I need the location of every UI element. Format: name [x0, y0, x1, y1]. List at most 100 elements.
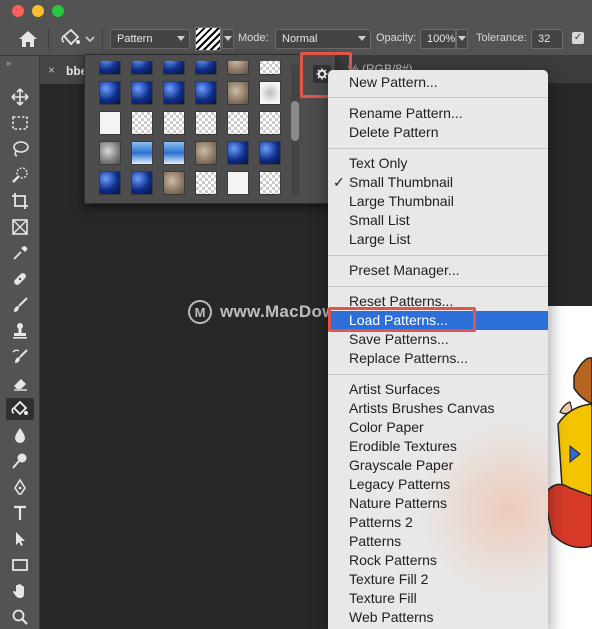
- path-select-tool[interactable]: [6, 528, 34, 550]
- menu-item-library[interactable]: Artist Surfaces: [328, 380, 548, 399]
- type-tool[interactable]: [6, 502, 34, 524]
- pattern-thumbnail[interactable]: [163, 141, 185, 165]
- healing-brush-tool[interactable]: [6, 268, 34, 290]
- pattern-thumbnail[interactable]: [163, 171, 185, 195]
- anti-alias-checkbox[interactable]: ✓: [572, 32, 584, 44]
- pattern-thumbnail[interactable]: [195, 171, 217, 195]
- pattern-thumbnail[interactable]: [99, 81, 121, 105]
- brush-tool[interactable]: [6, 294, 34, 316]
- minimize-window-button[interactable]: [32, 5, 44, 17]
- pattern-thumbnail[interactable]: [195, 61, 217, 75]
- opacity-input[interactable]: 100%: [420, 29, 456, 49]
- pattern-thumbnail[interactable]: [99, 141, 121, 165]
- menu-item-rename-pattern[interactable]: Rename Pattern...: [328, 104, 548, 123]
- pattern-thumbnail[interactable]: [163, 111, 185, 135]
- pattern-picker-toggle[interactable]: [222, 29, 234, 49]
- pattern-thumbnail[interactable]: [227, 111, 249, 135]
- menu-item-new-pattern[interactable]: New Pattern...: [328, 73, 548, 92]
- menu-item-library[interactable]: Texture Fill 2: [328, 570, 548, 589]
- menu-item-large-thumbnail[interactable]: Large Thumbnail: [328, 192, 548, 211]
- pattern-swatch[interactable]: [195, 27, 221, 51]
- pattern-thumbnail[interactable]: [163, 81, 185, 105]
- menu-item-library[interactable]: Grayscale Paper: [328, 456, 548, 475]
- zoom-icon: [12, 609, 28, 625]
- pattern-thumbnail[interactable]: [259, 141, 281, 165]
- dodge-tool[interactable]: [6, 450, 34, 472]
- menu-item-replace-patterns[interactable]: Replace Patterns...: [328, 349, 548, 368]
- brush-icon: [14, 297, 28, 312]
- pattern-thumbnail[interactable]: [131, 111, 153, 135]
- pattern-thumbnail[interactable]: [259, 111, 281, 135]
- pattern-thumbnail[interactable]: [259, 81, 281, 105]
- collapse-panel-icon[interactable]: »: [6, 58, 11, 68]
- menu-item-library[interactable]: Patterns 2: [328, 513, 548, 532]
- history-brush-tool[interactable]: [6, 346, 34, 368]
- pattern-thumbnail[interactable]: [195, 141, 217, 165]
- move-tool[interactable]: [6, 86, 34, 108]
- menu-item-library[interactable]: Artists Brushes Canvas: [328, 399, 548, 418]
- clone-stamp-tool[interactable]: [6, 320, 34, 342]
- pen-tool[interactable]: [6, 476, 34, 498]
- menu-item-small-list[interactable]: Small List: [328, 211, 548, 230]
- marquee-tool[interactable]: [6, 112, 34, 134]
- pattern-thumbnail[interactable]: [131, 61, 153, 75]
- menu-item-library[interactable]: Rock Patterns: [328, 551, 548, 570]
- tool-preset-picker[interactable]: [58, 27, 98, 51]
- mode-dropdown[interactable]: Normal: [275, 29, 371, 49]
- frame-tool[interactable]: [6, 216, 34, 238]
- menu-item-label: Color Paper: [349, 419, 424, 435]
- menu-item-preset-manager[interactable]: Preset Manager...: [328, 261, 548, 280]
- menu-item-library[interactable]: Patterns: [328, 532, 548, 551]
- menu-item-label: Texture Fill 2: [349, 571, 429, 587]
- pattern-thumbnail[interactable]: [131, 141, 153, 165]
- pattern-thumbnail[interactable]: [259, 61, 281, 75]
- menu-item-library[interactable]: Erodible Textures: [328, 437, 548, 456]
- blur-tool[interactable]: [6, 424, 34, 446]
- menu-item-library[interactable]: Web Patterns: [328, 608, 548, 627]
- menu-item-library[interactable]: Legacy Patterns: [328, 475, 548, 494]
- fill-source-dropdown[interactable]: Pattern: [110, 29, 190, 49]
- crop-icon: [12, 193, 28, 209]
- pattern-thumbnail[interactable]: [195, 81, 217, 105]
- zoom-tool[interactable]: [6, 606, 34, 628]
- picker-scrollbar-thumb[interactable]: [291, 101, 299, 141]
- pattern-thumbnail[interactable]: [99, 111, 121, 135]
- menu-item-small-thumbnail[interactable]: ✓ Small Thumbnail: [328, 173, 548, 192]
- close-window-button[interactable]: [12, 5, 24, 17]
- menu-item-label: New Pattern...: [349, 74, 438, 90]
- menu-item-label: Grayscale Paper: [349, 457, 454, 473]
- close-tab-icon[interactable]: ×: [48, 63, 55, 77]
- menu-item-save-patterns[interactable]: Save Patterns...: [328, 330, 548, 349]
- pattern-thumbnail[interactable]: [99, 61, 121, 75]
- rectangle-tool[interactable]: [6, 554, 34, 576]
- menu-item-library[interactable]: Nature Patterns: [328, 494, 548, 513]
- opacity-slider-toggle[interactable]: [456, 29, 468, 49]
- pattern-thumbnail[interactable]: [163, 61, 185, 75]
- lasso-tool[interactable]: [6, 138, 34, 160]
- pattern-thumbnail[interactable]: [99, 171, 121, 195]
- home-button[interactable]: [16, 28, 40, 50]
- pattern-thumbnail[interactable]: [227, 171, 249, 195]
- pattern-thumbnail[interactable]: [227, 141, 249, 165]
- tolerance-input[interactable]: 32: [531, 29, 563, 49]
- zoom-window-button[interactable]: [52, 5, 64, 17]
- menu-item-delete-pattern[interactable]: Delete Pattern: [328, 123, 548, 142]
- menu-separator: [328, 286, 548, 287]
- pattern-thumbnail[interactable]: [227, 81, 249, 105]
- eraser-tool[interactable]: [6, 372, 34, 394]
- quick-select-tool[interactable]: [6, 164, 34, 186]
- paint-bucket-tool[interactable]: [6, 398, 34, 420]
- pattern-thumbnail[interactable]: [227, 61, 249, 75]
- hand-tool[interactable]: [6, 580, 34, 602]
- pattern-thumbnail[interactable]: [195, 111, 217, 135]
- menu-item-library[interactable]: Color Paper: [328, 418, 548, 437]
- pattern-thumbnail[interactable]: [259, 171, 281, 195]
- menu-item-library[interactable]: Texture Fill: [328, 589, 548, 608]
- pattern-thumbnail[interactable]: [131, 81, 153, 105]
- eyedropper-tool[interactable]: [6, 242, 34, 264]
- pattern-thumbnail[interactable]: [131, 171, 153, 195]
- menu-item-label: Small Thumbnail: [349, 174, 454, 190]
- menu-item-large-list[interactable]: Large List: [328, 230, 548, 249]
- crop-tool[interactable]: [6, 190, 34, 212]
- menu-item-text-only[interactable]: Text Only: [328, 154, 548, 173]
